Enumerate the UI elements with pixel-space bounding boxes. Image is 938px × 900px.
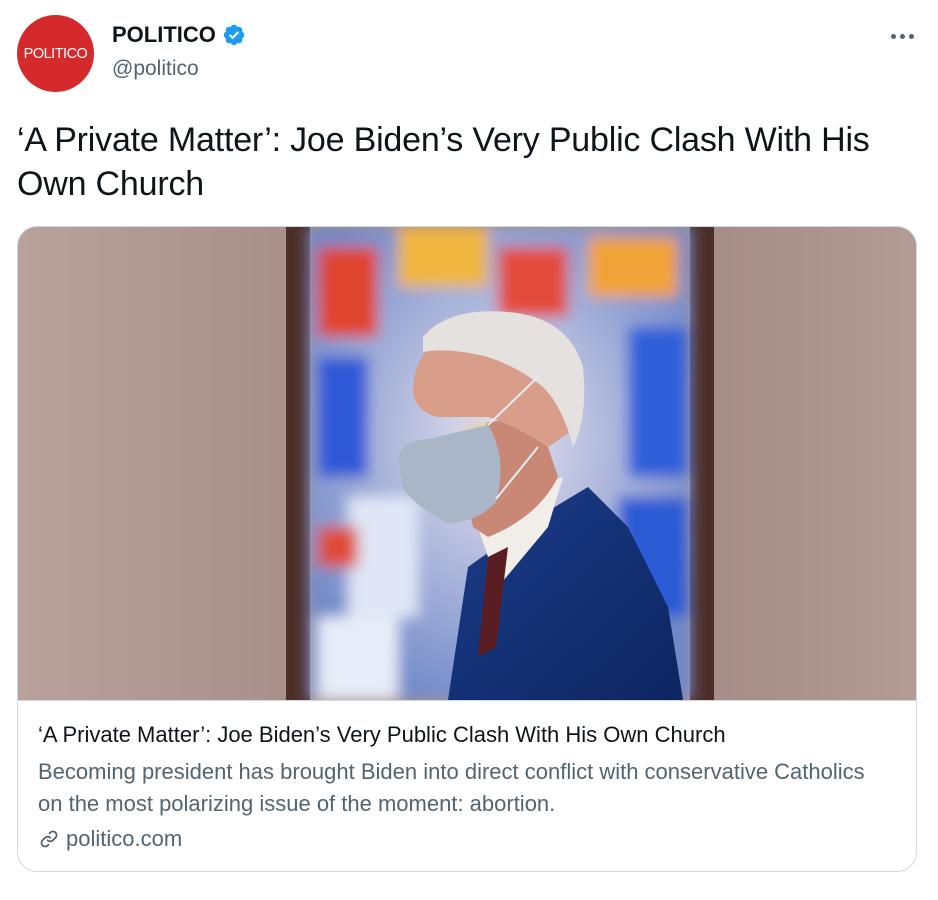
- more-options-icon[interactable]: [888, 22, 916, 50]
- verified-badge-icon: [223, 24, 245, 46]
- link-card[interactable]: ‘A Private Matter’: Joe Biden’s Very Pub…: [17, 226, 917, 872]
- avatar[interactable]: POLITICO: [17, 15, 94, 92]
- handle[interactable]: @politico: [112, 55, 199, 83]
- more-dot: [899, 33, 905, 39]
- display-name-text: POLITICO: [112, 22, 216, 47]
- card-description: Becoming president has brought Biden int…: [38, 759, 865, 816]
- more-dot: [890, 33, 896, 39]
- card-photo: [18, 227, 916, 700]
- card-title: ‘A Private Matter’: Joe Biden’s Very Pub…: [38, 722, 726, 747]
- display-name[interactable]: POLITICO: [112, 21, 246, 49]
- card-domain[interactable]: politico.com: [38, 825, 182, 853]
- card-image[interactable]: [18, 227, 916, 700]
- avatar-logo-text: POLITICO: [23, 45, 88, 62]
- link-icon: [40, 830, 58, 848]
- card-body[interactable]: ‘A Private Matter’: Joe Biden’s Very Pub…: [18, 700, 916, 871]
- tweet-text: ‘A Private Matter’: Joe Biden’s Very Pub…: [17, 121, 870, 203]
- card-domain-text: politico.com: [66, 826, 183, 851]
- more-dot: [908, 33, 914, 39]
